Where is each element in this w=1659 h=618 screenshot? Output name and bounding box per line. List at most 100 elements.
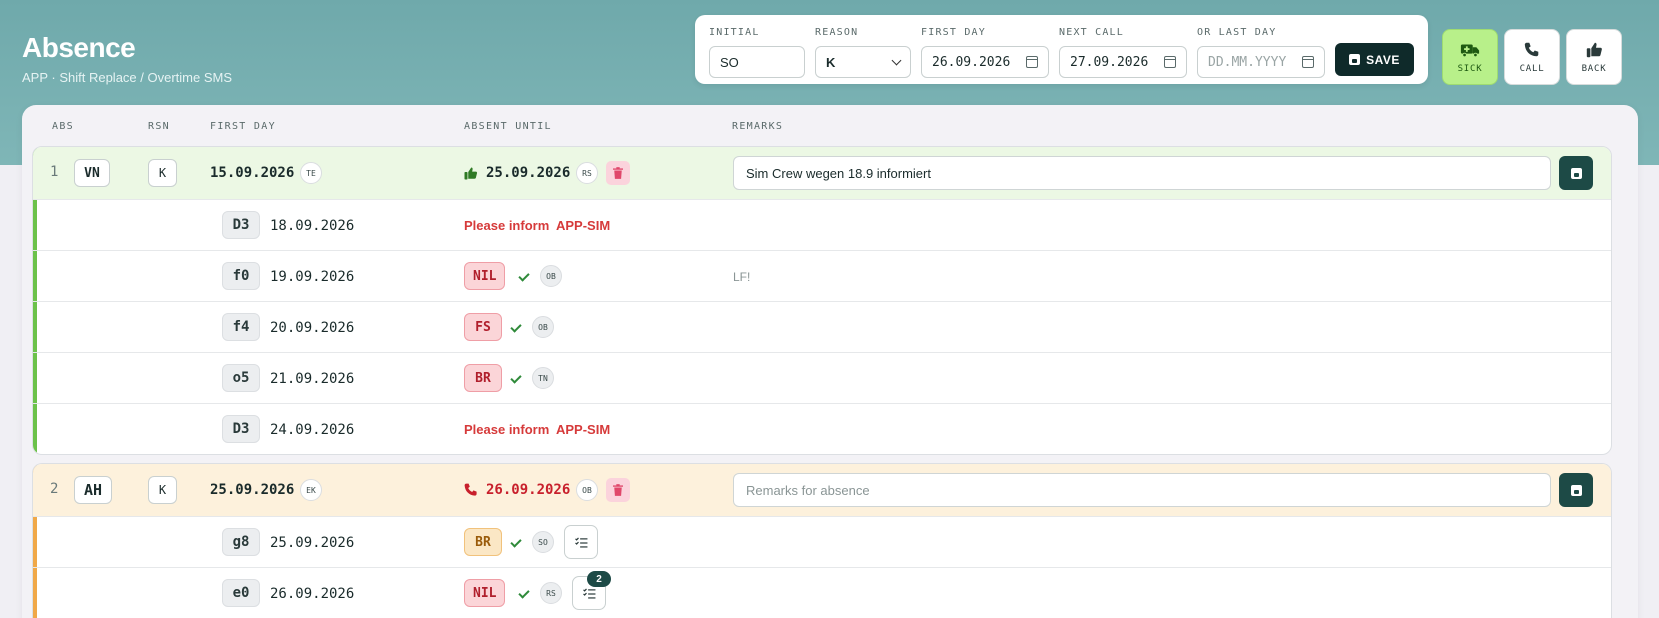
initials-badge: TN bbox=[532, 367, 554, 389]
shift-row: f4 20.09.2026 FS OB bbox=[33, 302, 1611, 353]
next-call-input[interactable]: 27.09.2026 bbox=[1059, 46, 1187, 78]
absence-group: 1 VN K 15.09.2026 TE 25.09.2026 RS Sim C… bbox=[32, 146, 1612, 455]
shift-date: 24.09.2026 bbox=[270, 422, 355, 438]
checklist-icon bbox=[582, 588, 595, 599]
shift-code[interactable]: D3 bbox=[222, 211, 260, 239]
column-header-remarks: REMARKS bbox=[732, 121, 784, 132]
next-call-group: NEXT CALL 27.09.2026 bbox=[1059, 27, 1187, 78]
shift-row: g8 25.09.2026 BR SO bbox=[33, 517, 1611, 568]
row-save-button[interactable] bbox=[1559, 156, 1593, 190]
save-icon bbox=[1570, 484, 1582, 496]
phone-icon bbox=[1524, 42, 1539, 56]
check-icon bbox=[510, 372, 522, 384]
thumbs-up-icon bbox=[464, 167, 478, 180]
sick-button[interactable]: SICK bbox=[1442, 29, 1498, 85]
shift-row: o5 21.09.2026 BR TN bbox=[33, 353, 1611, 404]
initials-badge: OB bbox=[532, 316, 554, 338]
column-header-absent-until: ABSENT UNTIL bbox=[464, 121, 552, 132]
initial-label: INITIAL bbox=[709, 27, 760, 38]
delete-button[interactable] bbox=[606, 161, 630, 185]
shift-remark: LF! bbox=[733, 270, 751, 284]
absent-until-date: 26.09.2026 bbox=[486, 482, 571, 498]
shift-code[interactable]: o5 bbox=[222, 364, 260, 392]
first-day-group: FIRST DAY 26.09.2026 bbox=[921, 27, 1049, 78]
remark-placeholder: Remarks for absence bbox=[746, 482, 870, 498]
rsn-chip[interactable]: K bbox=[148, 476, 177, 504]
shift-date: 21.09.2026 bbox=[270, 371, 355, 387]
check-icon bbox=[510, 536, 522, 548]
reason-group: REASON K bbox=[815, 27, 911, 78]
initial-input[interactable]: SO bbox=[709, 46, 805, 78]
task-list-button[interactable] bbox=[564, 525, 598, 559]
column-header-abs: ABS bbox=[52, 121, 74, 132]
initials-badge: OB bbox=[576, 479, 598, 501]
inform-target: APP-SIM bbox=[556, 422, 611, 437]
shift-code[interactable]: e0 bbox=[222, 579, 260, 607]
rsn-chip[interactable]: K bbox=[148, 159, 177, 187]
phone-icon bbox=[464, 483, 477, 496]
task-count-badge: 2 bbox=[587, 571, 611, 587]
reason-select[interactable]: K bbox=[815, 46, 911, 78]
save-button[interactable]: SAVE bbox=[1335, 43, 1414, 76]
delete-button[interactable] bbox=[606, 478, 630, 502]
check-icon bbox=[518, 587, 530, 599]
shift-code[interactable]: D3 bbox=[222, 415, 260, 443]
checklist-icon bbox=[574, 537, 587, 548]
page-subtitle: APP · Shift Replace / Overtime SMS bbox=[22, 70, 232, 85]
shift-date: 26.09.2026 bbox=[270, 586, 355, 602]
initials-badge: TE bbox=[300, 162, 322, 184]
last-day-label: OR LAST DAY bbox=[1197, 27, 1277, 38]
reason-label: REASON bbox=[815, 27, 859, 38]
remark-value: Sim Crew wegen 18.9 informiert bbox=[746, 165, 931, 181]
save-label: SAVE bbox=[1366, 52, 1400, 67]
initials-badge: RS bbox=[540, 582, 562, 604]
absence-row: 2 AH K 25.09.2026 EK 26.09.2026 OB Remar… bbox=[33, 464, 1611, 517]
initials-badge: RS bbox=[576, 162, 598, 184]
calendar-icon[interactable] bbox=[1026, 56, 1038, 68]
shift-code[interactable]: f0 bbox=[222, 262, 260, 290]
abs-chip[interactable]: VN bbox=[74, 159, 110, 187]
calendar-icon[interactable] bbox=[1302, 56, 1314, 68]
remark-input[interactable]: Remarks for absence bbox=[733, 473, 1551, 507]
shift-date: 25.09.2026 bbox=[270, 535, 355, 551]
shift-row: e0 26.09.2026 NIL RS bbox=[33, 568, 1611, 618]
check-icon bbox=[510, 321, 522, 333]
save-icon bbox=[1349, 54, 1361, 65]
last-day-input[interactable]: DD.MM.YYYY bbox=[1197, 46, 1325, 78]
shift-date: 20.09.2026 bbox=[270, 320, 355, 336]
ambulance-icon bbox=[1460, 44, 1480, 57]
status-badge: NIL bbox=[464, 579, 506, 607]
call-button[interactable]: CALL bbox=[1504, 29, 1560, 85]
shift-code[interactable]: g8 bbox=[222, 528, 260, 556]
call-label: CALL bbox=[1519, 63, 1545, 74]
thumbs-up-icon bbox=[1586, 42, 1602, 57]
initials-badge: SO bbox=[532, 531, 554, 553]
first-day-label: FIRST DAY bbox=[921, 27, 986, 38]
last-day-group: OR LAST DAY DD.MM.YYYY bbox=[1197, 27, 1325, 78]
row-save-button[interactable] bbox=[1559, 473, 1593, 507]
trash-icon bbox=[613, 484, 623, 496]
back-button[interactable]: BACK bbox=[1566, 29, 1622, 85]
back-label: BACK bbox=[1581, 63, 1607, 74]
first-day-input[interactable]: 26.09.2026 bbox=[921, 46, 1049, 78]
inform-text: Please inform bbox=[464, 218, 550, 233]
shift-row: f0 19.09.2026 NIL OB LF! bbox=[33, 251, 1611, 302]
abs-chip[interactable]: AH bbox=[74, 476, 113, 504]
next-call-value: 27.09.2026 bbox=[1070, 54, 1149, 70]
save-icon bbox=[1570, 167, 1582, 179]
absent-until-date: 25.09.2026 bbox=[486, 165, 571, 181]
row-index: 2 bbox=[50, 481, 59, 497]
column-header-first-day: FIRST DAY bbox=[210, 121, 276, 132]
initial-value: SO bbox=[720, 54, 739, 70]
new-absence-form: INITIAL SO REASON K FIRST DAY 26.09.2026… bbox=[695, 15, 1428, 84]
calendar-icon[interactable] bbox=[1164, 56, 1176, 68]
next-call-label: NEXT CALL bbox=[1059, 27, 1124, 38]
first-day-date: 15.09.2026 bbox=[210, 165, 295, 181]
page-title: Absence bbox=[22, 32, 136, 63]
shift-date: 18.09.2026 bbox=[270, 218, 355, 234]
shift-code[interactable]: f4 bbox=[222, 313, 260, 341]
status-badge: NIL bbox=[464, 262, 506, 290]
remark-input[interactable]: Sim Crew wegen 18.9 informiert bbox=[733, 156, 1551, 190]
first-day-value: 26.09.2026 bbox=[932, 54, 1011, 70]
initials-badge: EK bbox=[300, 479, 322, 501]
